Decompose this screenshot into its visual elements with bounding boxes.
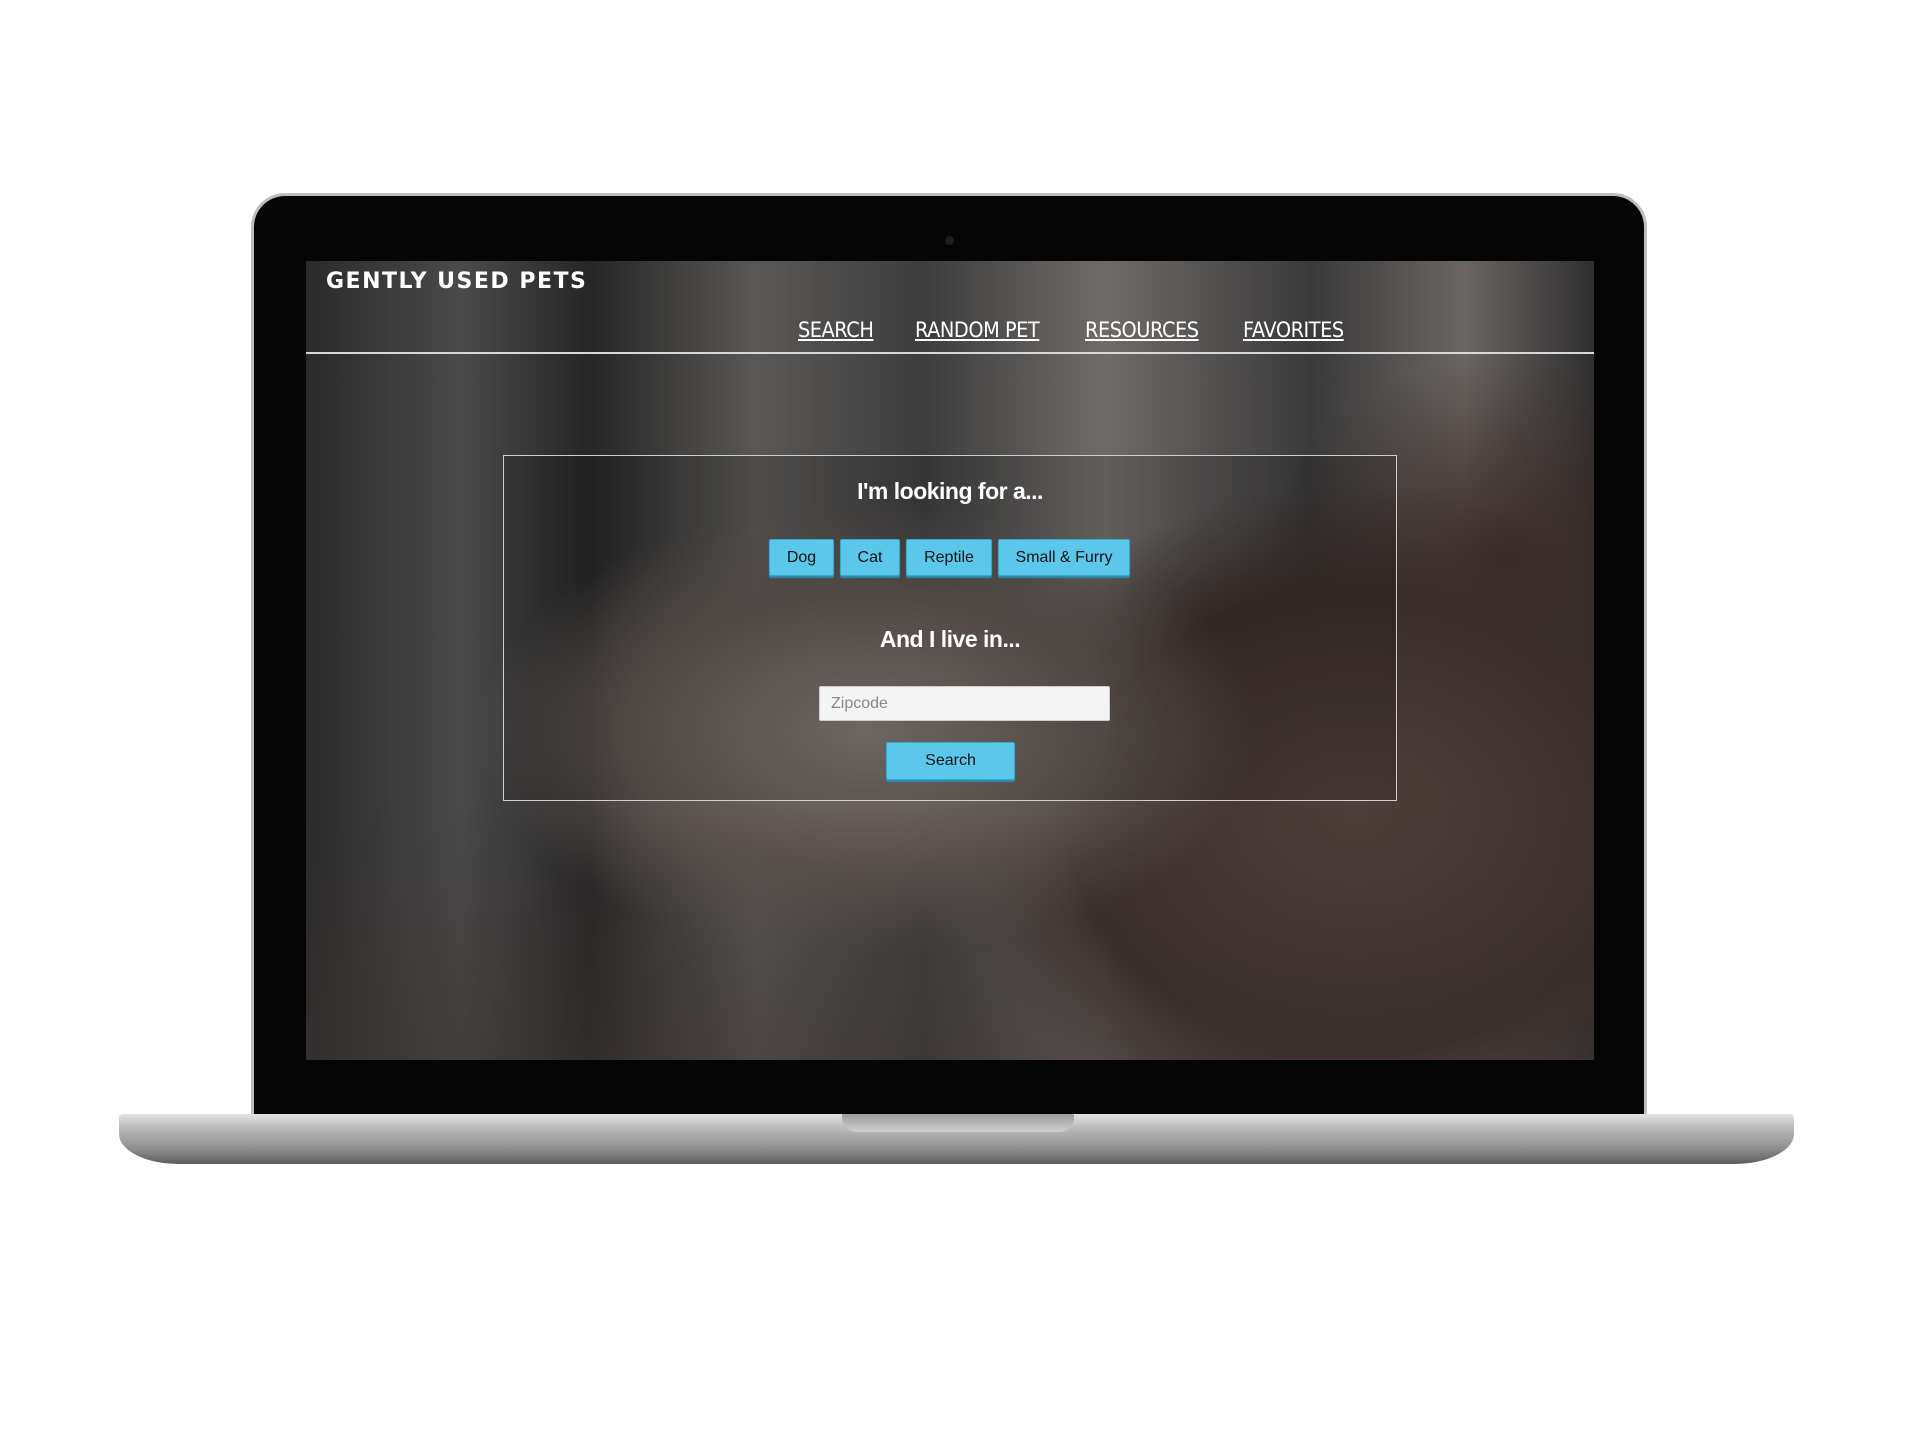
search-button[interactable]: Search — [886, 742, 1015, 780]
live-heading: And I live in... — [879, 626, 1021, 652]
dog-button[interactable]: Dog — [769, 539, 834, 576]
reptile-button[interactable]: Reptile — [906, 539, 992, 576]
looking-heading: I'm looking for a... — [857, 478, 1043, 504]
hero-background — [306, 800, 1594, 1060]
laptop-screen: GENTLY USED PETS SEARCH RANDOM PET RESOU… — [306, 261, 1594, 1060]
small-furry-button[interactable]: Small & Furry — [998, 539, 1130, 576]
main-nav: SEARCH RANDOM PET RESOURCES FAVORITES — [798, 318, 1353, 342]
pet-type-buttons: Dog Cat Reptile Small & Furry — [769, 539, 1130, 576]
site-title[interactable]: GENTLY USED PETS — [326, 269, 587, 294]
cat-button[interactable]: Cat — [840, 539, 900, 576]
header-divider — [306, 352, 1594, 354]
zipcode-input[interactable]: Zipcode — [819, 686, 1110, 721]
laptop-notch — [842, 1114, 1074, 1132]
search-form: I'm looking for a... Dog Cat Reptile Sma… — [503, 455, 1397, 801]
nav-search[interactable]: SEARCH — [798, 318, 874, 342]
nav-resources[interactable]: RESOURCES — [1085, 318, 1199, 342]
nav-random-pet[interactable]: RANDOM PET — [915, 318, 1040, 342]
webcam-icon — [945, 236, 954, 245]
nav-favorites[interactable]: FAVORITES — [1243, 318, 1344, 342]
